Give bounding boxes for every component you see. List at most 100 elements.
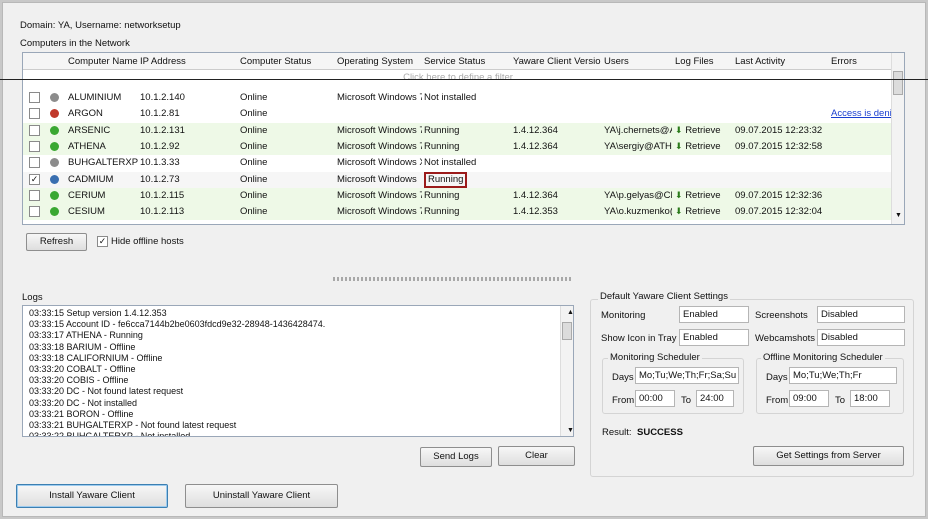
logs-scrollbar[interactable]: ▲ ▼ <box>560 306 573 436</box>
get-settings-button[interactable]: Get Settings from Server <box>753 446 904 466</box>
cell-status: Online <box>240 157 268 169</box>
grid-scrollbar-thumb[interactable] <box>893 71 903 95</box>
col-client-version[interactable]: Yaware Client Version <box>513 56 601 67</box>
cell-ip: 10.1.2.140 <box>140 92 185 103</box>
cell-ip: 10.1.2.73 <box>140 173 180 185</box>
row-checkbox[interactable] <box>29 157 40 169</box>
status-dot-icon <box>50 93 59 102</box>
col-operating-system[interactable]: Operating System <box>337 56 413 67</box>
col-users[interactable]: Users <box>604 56 629 67</box>
retrieve-link[interactable]: Retrieve <box>685 125 720 136</box>
tray-field[interactable]: Enabled <box>679 329 749 346</box>
table-row[interactable]: ✓ CADMIUM 10.1.2.73 Online Microsoft Windows… <box>23 171 893 188</box>
cell-users: YA\o.kuzmenko( <box>604 206 672 218</box>
retrieve-link[interactable]: Retrieve <box>685 141 720 152</box>
cell-version: 1.4.12.364 <box>513 124 558 136</box>
mon-from-field[interactable]: 00:00 <box>635 390 675 407</box>
table-row[interactable]: CERIUM 10.1.2.115 Online Microsoft Windows … <box>23 187 893 204</box>
cell-status: Online <box>240 92 268 103</box>
hide-offline-checkbox[interactable]: ✓ <box>97 236 108 247</box>
table-row[interactable]: ARSENIC 10.1.2.131 Online Microsoft Windows… <box>23 122 893 139</box>
row-checkbox[interactable] <box>29 140 40 152</box>
overlay-line <box>0 79 928 80</box>
logs-textbox[interactable]: 03:33:15 Setup version 1.4.12.353 03:33:1… <box>22 305 574 437</box>
row-checkbox[interactable] <box>29 108 40 120</box>
mon-days-label: Days <box>612 372 634 383</box>
cell-service: Running <box>424 140 460 152</box>
col-service-status[interactable]: Service Status <box>424 56 485 67</box>
screenshots-field[interactable]: Disabled <box>817 306 905 323</box>
table-row[interactable]: ALUMINIUM 10.1.2.140 Online Microsoft Windo… <box>23 90 893 106</box>
cell-logs[interactable]: ⬇ Retrieve <box>675 141 721 152</box>
mon-to-field[interactable]: 24:00 <box>696 390 734 407</box>
uninstall-client-button[interactable]: Uninstall Yaware Client <box>185 484 338 508</box>
log-line: 03:33:22 BUHGALTERXP - Not installed <box>29 431 191 437</box>
retrieve-link[interactable]: Retrieve <box>685 206 720 217</box>
monitoring-field[interactable]: Enabled <box>679 306 749 323</box>
cell-users: YA\j.chernets@A <box>604 124 672 136</box>
cell-service: Not installed <box>424 157 477 169</box>
clear-button[interactable]: Clear <box>498 446 575 466</box>
off-to-field[interactable]: 18:00 <box>850 390 890 407</box>
col-last-activity[interactable]: Last Activity <box>735 56 785 67</box>
log-line: 03:33:21 BORON - Offline <box>29 408 134 419</box>
col-ip-address[interactable]: IP Address <box>140 56 186 67</box>
table-row[interactable]: ATHENA 10.1.2.92 Online Microsoft Windows 7… <box>23 138 893 155</box>
log-line: 03:33:15 Setup version 1.4.12.353 <box>29 308 167 318</box>
table-row[interactable]: BUHGALTERXP 10.1.3.33 Online Microsoft Wind… <box>23 155 893 171</box>
cell-ip: 10.1.2.113 <box>140 206 185 218</box>
off-from-field[interactable]: 09:00 <box>789 390 829 407</box>
retrieve-link[interactable]: Retrieve <box>685 190 720 201</box>
log-line: 03:33:20 DC - Not installed <box>29 397 138 408</box>
logs-scrollbar-thumb[interactable] <box>562 322 572 340</box>
send-logs-button[interactable]: Send Logs <box>420 447 492 467</box>
cell-status: Online <box>240 206 268 218</box>
mon-days-field[interactable]: Mo;Tu;We;Th;Fr;Sa;Su <box>635 367 739 384</box>
log-line: 03:33:20 DC - Not found latest request <box>29 386 184 397</box>
status-dot-icon <box>50 125 59 135</box>
cell-os: Microsoft Windows 7 <box>337 92 422 103</box>
webcam-field[interactable]: Disabled <box>817 329 905 346</box>
cell-errors[interactable]: Access is deni <box>831 108 891 119</box>
row-checkbox[interactable] <box>29 124 40 136</box>
cell-logs[interactable]: ⬇ Retrieve <box>675 190 721 201</box>
cell-ip: 10.1.2.131 <box>140 124 185 136</box>
filter-row[interactable]: Click here to define a filter <box>23 70 893 86</box>
col-computer-name[interactable]: Computer Name <box>68 56 138 67</box>
cell-logs[interactable]: ⬇ Retrieve <box>675 206 721 217</box>
cell-service: Running <box>424 206 460 218</box>
col-errors[interactable]: Errors <box>831 56 857 67</box>
cell-os: Microsoft Windows 7 <box>337 189 422 201</box>
computers-grid[interactable]: Computer Name IP Address Computer Status… <box>22 52 905 225</box>
scroll-down-icon[interactable]: ▼ <box>564 425 573 436</box>
scroll-down-icon[interactable]: ▼ <box>895 212 902 219</box>
col-computer-status[interactable]: Computer Status <box>240 56 311 67</box>
row-checkbox[interactable]: ✓ <box>29 173 40 185</box>
result-label: Result: <box>602 427 632 438</box>
hide-offline-label: Hide offline hosts <box>111 236 184 247</box>
col-log-files[interactable]: Log Files <box>675 56 714 67</box>
cell-status: Online <box>240 140 268 152</box>
cell-status: Online <box>240 173 268 185</box>
status-dot-icon <box>50 109 59 119</box>
table-row[interactable]: ARGON 10.1.2.81 Online Access is deni <box>23 106 893 122</box>
log-line: 03:33:20 COBALT - Offline <box>29 363 136 374</box>
row-checkbox[interactable] <box>29 189 40 201</box>
cell-activity: 09.07.2015 12:32:36 <box>735 189 823 201</box>
logs-title: Logs <box>22 292 43 303</box>
refresh-button[interactable]: Refresh <box>26 233 87 251</box>
table-row[interactable]: CESIUM 10.1.2.113 Online Microsoft Windows … <box>23 204 893 221</box>
install-client-button[interactable]: Install Yaware Client <box>16 484 168 508</box>
scroll-up-icon[interactable]: ▲ <box>564 307 573 318</box>
cell-ip: 10.1.2.81 <box>140 108 180 120</box>
status-dot-icon <box>50 141 59 151</box>
row-checkbox[interactable] <box>29 92 40 103</box>
cell-activity: 09.07.2015 12:32:04 <box>735 206 823 218</box>
cell-service: Running <box>424 189 460 201</box>
splitter-grip[interactable] <box>333 277 571 281</box>
log-line: 03:33:18 BARIUM - Offline <box>29 341 136 352</box>
row-checkbox[interactable] <box>29 206 40 218</box>
cell-logs[interactable]: ⬇ Retrieve <box>675 125 721 136</box>
off-days-field[interactable]: Mo;Tu;We;Th;Fr <box>789 367 897 384</box>
cell-service: Running <box>424 124 460 136</box>
